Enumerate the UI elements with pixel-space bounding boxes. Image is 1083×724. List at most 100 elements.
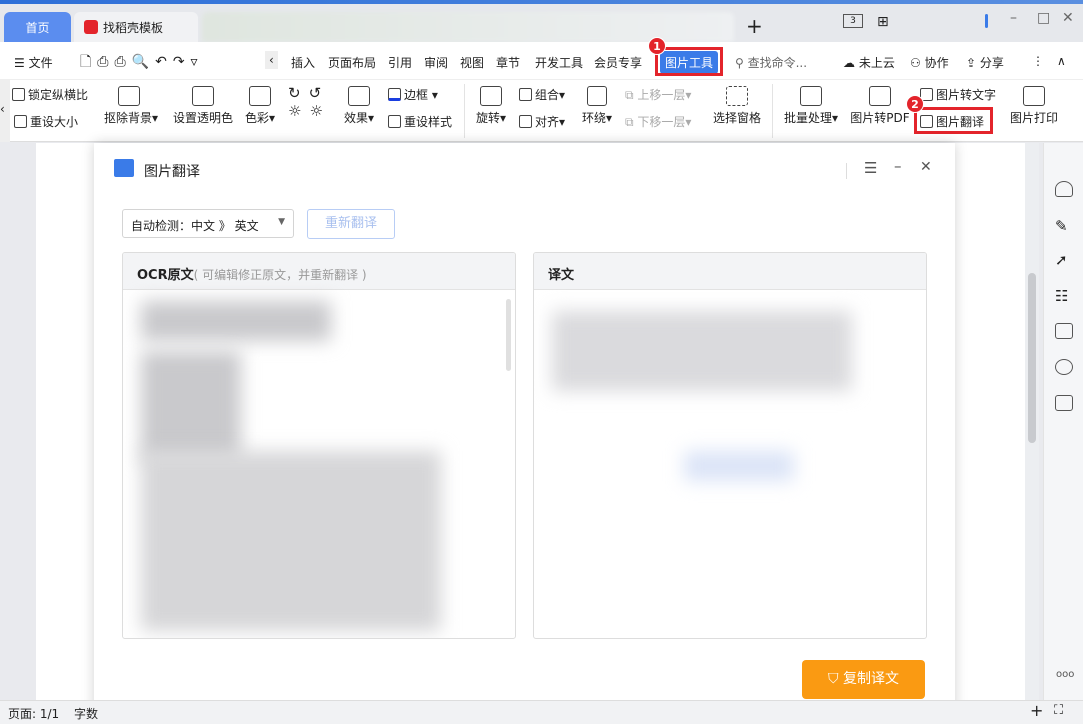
book-search-icon[interactable] xyxy=(1055,395,1073,411)
copy-label: 复制译文 xyxy=(843,671,899,687)
label: 效果 xyxy=(344,111,368,125)
pen-icon[interactable]: ✎ xyxy=(1055,217,1073,233)
ocr-scrollbar[interactable] xyxy=(506,299,511,371)
tab-bar: 首页 找稻壳模板 + 3 ⊞ – □ ✕ xyxy=(0,4,1083,42)
label: 上移一层 xyxy=(637,88,685,102)
step-badge-1: 1 xyxy=(648,37,666,55)
fullscreen-icon[interactable]: ⛶ xyxy=(1054,703,1063,718)
image-to-pdf-button[interactable]: 图片转PDF xyxy=(850,86,910,126)
lock-ratio-checkbox[interactable]: 锁定纵横比 xyxy=(12,86,88,103)
menu-review[interactable]: 审阅 xyxy=(424,54,448,71)
cloud-label: 未上云 xyxy=(859,56,895,70)
ribbon-scroll-left[interactable]: ‹ xyxy=(0,80,10,142)
label: 批量处理 xyxy=(784,111,832,125)
share-button[interactable]: ⇪ 分享 xyxy=(966,54,1004,71)
ocr-source-panel: OCR原文( 可编辑修正原文，并重新翻译 ) xyxy=(122,252,516,639)
step-badge-2: 2 xyxy=(906,95,924,113)
page-indicator: 页面: 1/1 xyxy=(8,705,59,722)
menu-references[interactable]: 引用 xyxy=(388,54,412,71)
zoom-in-button[interactable]: + xyxy=(1030,701,1043,720)
menu-file-label: 文件 xyxy=(29,56,53,70)
cloud-button[interactable]: ☁ 未上云 xyxy=(843,54,895,71)
send-backward-button[interactable]: ⧉ 下移一层▾ xyxy=(625,113,691,130)
label: 图片打印 xyxy=(1010,111,1058,125)
cursor-icon[interactable]: ➚ xyxy=(1055,251,1073,267)
sliders-icon[interactable]: ☷ xyxy=(1055,287,1073,303)
user-avatar[interactable] xyxy=(985,14,988,28)
scroll-left-button[interactable]: ‹ xyxy=(265,51,278,69)
close-dialog-button[interactable]: ✕ xyxy=(920,159,932,175)
more-icon[interactable]: ooo xyxy=(1056,669,1074,680)
word-count[interactable]: 字数 xyxy=(74,705,98,722)
quick-access-toolbar[interactable]: 🗋⎙⎙🔍↶↷▿ xyxy=(80,51,204,75)
document-scrollbar[interactable] xyxy=(1025,143,1039,700)
image-translate-dialog: 图片翻译 ☰ – ✕ 自动检测：中文 》 英文▼ 重新翻译 OCR原文( 可编辑… xyxy=(94,143,955,724)
command-search[interactable]: ⚲ 查找命令... xyxy=(735,54,807,71)
effect-icon xyxy=(348,86,370,106)
collapse-ribbon-icon[interactable]: ∧ xyxy=(1057,54,1066,68)
label: 选择窗格 xyxy=(713,111,761,125)
dialog-title: 图片翻译 xyxy=(144,161,200,181)
group-button[interactable]: 组合▾ xyxy=(519,86,565,103)
menu-insert[interactable]: 插入 xyxy=(291,54,315,71)
new-tab-button[interactable]: + xyxy=(746,14,763,38)
translate-app-icon xyxy=(114,159,134,177)
collab-label: 协作 xyxy=(925,56,949,70)
effect-button[interactable]: 效果▾ xyxy=(342,86,376,126)
set-transparent-button[interactable]: 设置透明色 xyxy=(173,86,233,126)
language-select[interactable]: 自动检测：中文 》 英文▼ xyxy=(122,209,294,238)
label: 设置透明色 xyxy=(173,111,233,125)
grid-icon[interactable]: ⊞ xyxy=(877,14,889,30)
reset-style-button[interactable]: 重设样式 xyxy=(388,113,452,130)
tab-home[interactable]: 首页 xyxy=(4,12,71,42)
brightness-contrast-buttons[interactable]: ↻↺☼☼ xyxy=(288,84,331,120)
align-button[interactable]: 对齐▾ xyxy=(519,113,565,130)
divider xyxy=(464,84,465,138)
copy-translation-button[interactable]: ⛉ 复制译文 xyxy=(802,660,925,699)
minimize-dialog-button[interactable]: – xyxy=(894,157,902,175)
border-button[interactable]: 边框 ▾ xyxy=(388,86,438,103)
bring-forward-button[interactable]: ⧉ 上移一层▾ xyxy=(625,86,691,103)
search-placeholder: 查找命令... xyxy=(748,56,807,70)
rocket-icon[interactable] xyxy=(1055,181,1073,197)
more-menu-icon[interactable]: ⋮ xyxy=(1032,54,1044,68)
highlight-box-2 xyxy=(914,107,993,134)
translation-text-area[interactable] xyxy=(534,291,927,639)
label: 组合 xyxy=(535,88,559,102)
label: 锁定纵横比 xyxy=(28,88,88,102)
ocr-text-area[interactable] xyxy=(123,291,516,639)
batch-process-button[interactable]: 批量处理▾ xyxy=(782,86,840,126)
scrollbar-thumb[interactable] xyxy=(1028,273,1036,443)
minimize-button[interactable]: – xyxy=(1010,10,1017,26)
pages-icon[interactable]: 3 xyxy=(843,14,863,28)
color-button[interactable]: 色彩▾ xyxy=(243,86,277,126)
reset-size-button[interactable]: 重设大小 xyxy=(14,113,78,130)
image-settings-icon[interactable] xyxy=(1055,323,1073,339)
image-to-text-button[interactable]: 图片转文字 xyxy=(920,86,996,103)
tab-label: 找稻壳模板 xyxy=(103,19,163,36)
wrap-button[interactable]: 环绕▾ xyxy=(582,86,612,126)
divider xyxy=(772,84,773,138)
print-icon xyxy=(1023,86,1045,106)
retranslate-button[interactable]: 重新翻译 xyxy=(307,209,395,239)
image-print-button[interactable]: 图片打印 xyxy=(1008,86,1060,126)
selection-pane-button[interactable]: 选择窗格 xyxy=(712,86,762,126)
label: 重设大小 xyxy=(30,115,78,129)
collab-button[interactable]: ⚇ 协作 xyxy=(910,54,949,71)
menu-icon[interactable]: ☰ xyxy=(864,159,877,177)
maximize-button[interactable]: □ xyxy=(1037,10,1050,26)
rotate-button[interactable]: 旋转▾ xyxy=(474,86,508,126)
menu-chapter[interactable]: 章节 xyxy=(496,54,520,71)
menu-view[interactable]: 视图 xyxy=(460,54,484,71)
menu-layout[interactable]: 页面布局 xyxy=(328,54,376,71)
location-icon[interactable] xyxy=(1055,359,1073,375)
chevron-down-icon: ▼ xyxy=(278,217,285,227)
label: 对齐 xyxy=(535,115,559,129)
menu-file[interactable]: ☰ 文件 xyxy=(14,54,53,71)
remove-background-button[interactable]: 抠除背景▾ xyxy=(104,86,154,126)
menu-developer[interactable]: 开发工具 xyxy=(535,54,583,71)
tab-template[interactable]: 找稻壳模板 xyxy=(74,12,198,42)
menu-bar: ☰ 文件 🗋⎙⎙🔍↶↷▿ ‹ 插入 页面布局 引用 审阅 视图 章节 开发工具 … xyxy=(0,42,1083,80)
menu-member[interactable]: 会员专享 xyxy=(594,54,642,71)
close-window-button[interactable]: ✕ xyxy=(1062,10,1074,26)
